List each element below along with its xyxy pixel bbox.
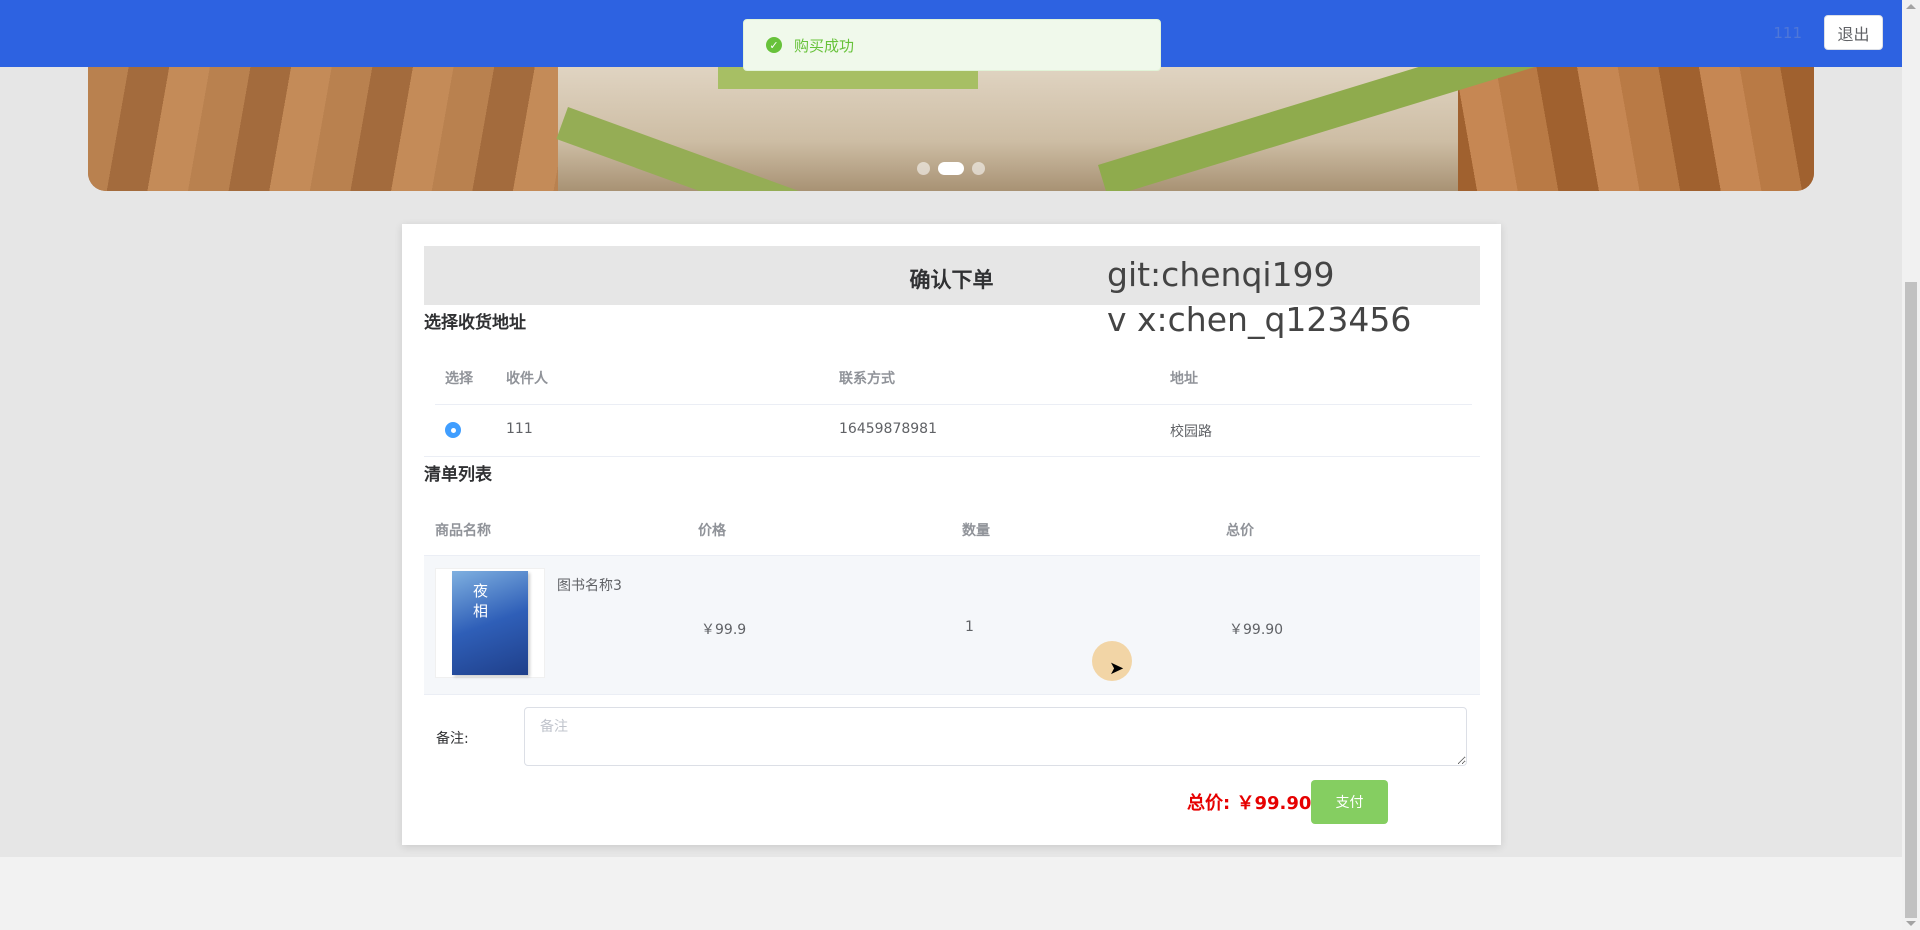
success-toast: ✓ 购买成功	[743, 19, 1161, 71]
address-col-recipient: 收件人	[506, 371, 548, 387]
scroll-up-icon[interactable]	[1906, 4, 1916, 9]
carousel-dot-2[interactable]	[938, 162, 964, 175]
items-col-quantity: 数量	[962, 523, 990, 539]
check-circle-icon: ✓	[766, 37, 782, 53]
address-col-phone: 联系方式	[839, 371, 895, 387]
book-cover-image: 夜 相	[435, 568, 545, 678]
remark-textarea[interactable]	[524, 707, 1467, 766]
divider	[424, 694, 1480, 695]
watermark: git:chenqi199 v x:chen_q123456	[1107, 252, 1411, 342]
toast-message: 购买成功	[794, 36, 855, 55]
mouse-pointer-icon: ➤	[1109, 658, 1125, 679]
divider	[424, 456, 1480, 457]
scroll-down-icon[interactable]	[1906, 921, 1916, 926]
order-card: 确认下单 git:chenqi199 v x:chen_q123456 选择收货…	[402, 224, 1501, 845]
total-value: ￥99.90	[1236, 793, 1312, 814]
address-text: 校园路	[1170, 424, 1212, 440]
address-section-title: 选择收货地址	[424, 313, 526, 333]
scrollbar-thumb[interactable]	[1905, 282, 1917, 918]
item-subtotal: ￥99.90	[1229, 622, 1284, 638]
pay-button[interactable]: 支付	[1311, 780, 1388, 824]
item-price: ￥99.9	[701, 622, 747, 638]
table-row: 夜 相 图书名称3 ￥99.9 1 ￥99.90	[424, 556, 1480, 694]
carousel-dot-3[interactable]	[972, 162, 985, 175]
user-name[interactable]: 111	[1773, 24, 1802, 42]
items-col-total: 总价	[1226, 523, 1254, 539]
carousel-dot-1[interactable]	[917, 162, 930, 175]
watermark-line-1: git:chenqi199	[1107, 255, 1335, 294]
book-cover-text: 夜 相	[471, 583, 489, 618]
address-recipient: 111	[506, 421, 533, 437]
address-col-select: 选择	[445, 371, 473, 387]
book-cover: 夜 相	[452, 571, 528, 675]
remark-label: 备注:	[436, 731, 469, 747]
page-scrollbar[interactable]	[1902, 0, 1920, 930]
page-footer	[0, 857, 1902, 930]
logout-button[interactable]: 退出	[1824, 15, 1883, 50]
order-total: 总价: ￥99.90	[1187, 789, 1311, 815]
items-col-name: 商品名称	[435, 523, 491, 539]
total-label: 总价:	[1187, 793, 1231, 814]
watermark-line-2: v x:chen_q123456	[1107, 300, 1412, 339]
divider	[435, 404, 1472, 405]
address-col-address: 地址	[1170, 371, 1198, 387]
banner-carousel[interactable]	[88, 67, 1814, 191]
items-section-title: 清单列表	[424, 465, 492, 485]
address-phone: 16459878981	[839, 421, 937, 437]
item-name: 图书名称3	[557, 578, 622, 594]
address-radio[interactable]	[445, 422, 461, 438]
item-quantity: 1	[965, 619, 974, 635]
items-col-price: 价格	[698, 523, 726, 539]
carousel-indicators	[88, 162, 1814, 175]
